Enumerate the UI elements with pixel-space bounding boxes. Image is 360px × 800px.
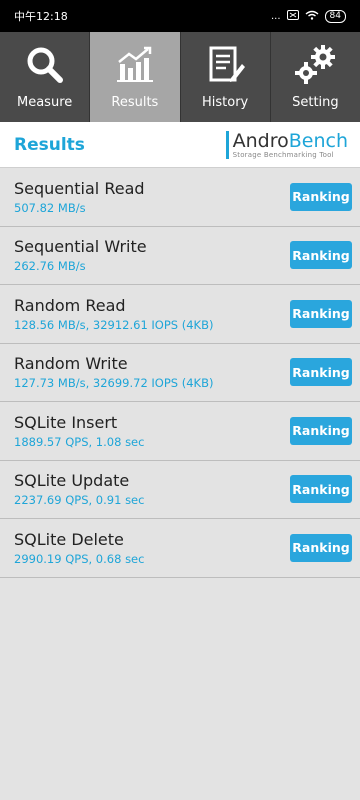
result-value: 2237.69 QPS, 0.91 sec: [14, 493, 145, 508]
gear-icon: [293, 43, 337, 87]
tab-label: Setting: [292, 95, 339, 110]
result-name: Sequential Read: [14, 178, 145, 198]
ranking-button[interactable]: Ranking: [290, 241, 352, 270]
result-name: Random Write: [14, 354, 128, 374]
document-icon: [203, 43, 247, 87]
list-item: Sequential Write 262.76 MB/s Ranking: [0, 227, 360, 285]
search-icon: [23, 43, 67, 87]
result-value: 507.82 MB/s: [14, 200, 86, 215]
wifi-icon: [305, 10, 319, 23]
list-item: SQLite Insert 1889.57 QPS, 1.08 sec Ranki…: [0, 402, 360, 461]
list-item: Random Read 128.56 MB/s, 32912.61 IOPS (4…: [0, 285, 360, 344]
list-item: SQLite Delete 2990.19 QPS, 0.68 sec Ranki…: [0, 519, 360, 578]
result-name: SQLite Delete: [14, 529, 124, 549]
tab-measure[interactable]: Measure: [0, 32, 91, 122]
logo-name: AndroBench: [233, 131, 348, 151]
logo-andro: Andro: [232, 129, 289, 152]
status-time: 中午12:18: [14, 10, 68, 23]
results-header: Results AndroBench Storage Benchmarking …: [0, 122, 360, 168]
mute-icon: [286, 9, 299, 23]
list-item: SQLite Update 2237.69 QPS, 0.91 sec Ranki…: [0, 461, 360, 519]
result-value: 2990.19 QPS, 0.68 sec: [14, 551, 145, 566]
status-dots: ...: [271, 10, 281, 22]
tab-label: Results: [111, 95, 159, 110]
ranking-button[interactable]: Ranking: [290, 182, 352, 211]
result-value: 127.73 MB/s, 32699.72 IOPS (4KB): [14, 376, 214, 391]
ranking-button[interactable]: Ranking: [290, 416, 352, 445]
result-value: 1889.57 QPS, 1.08 sec: [14, 434, 145, 449]
logo-bench: Bench: [288, 129, 348, 152]
chart-icon: [113, 43, 157, 87]
ranking-button[interactable]: Ranking: [290, 358, 352, 387]
results-list: Sequential Read 507.82 MB/s Ranking Seque…: [0, 168, 360, 578]
tab-history[interactable]: History: [180, 32, 271, 122]
result-value: 262.76 MB/s: [14, 259, 86, 274]
tab-label: Measure: [17, 95, 73, 110]
logo-subtitle: Storage Benchmarking Tool: [232, 150, 334, 159]
list-item: Sequential Read 507.82 MB/s Ranking: [0, 168, 360, 227]
list-item: Random Write 127.73 MB/s, 32699.72 IOPS (…: [0, 344, 360, 402]
tab-results[interactable]: Results: [90, 32, 181, 122]
androbench-logo: AndroBench Storage Benchmarking Tool: [225, 130, 348, 159]
ranking-button[interactable]: Ranking: [290, 299, 352, 328]
result-name: Sequential Write: [14, 237, 147, 257]
page-title: Results: [14, 134, 85, 155]
tab-setting[interactable]: Setting: [270, 32, 360, 122]
logo-bar: [225, 130, 229, 159]
tab-label: History: [202, 95, 249, 110]
result-name: Random Read: [14, 295, 126, 315]
battery-icon: 84: [324, 9, 346, 23]
status-bar: 中午12:18 ... 84: [0, 0, 360, 32]
result-value: 128.56 MB/s, 32912.61 IOPS (4KB): [14, 317, 214, 332]
tab-bar: Measure Results History Setting: [0, 32, 360, 122]
status-icons: ... 84: [271, 9, 346, 23]
result-name: SQLite Update: [14, 471, 130, 491]
ranking-button[interactable]: Ranking: [290, 533, 352, 562]
ranking-button[interactable]: Ranking: [290, 475, 352, 504]
result-name: SQLite Insert: [14, 412, 118, 432]
